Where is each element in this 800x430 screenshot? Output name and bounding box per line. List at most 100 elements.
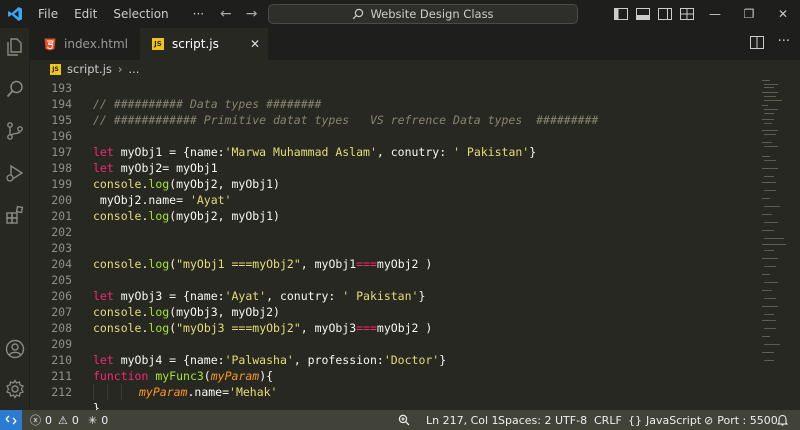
- status-bar: ⓧ 0 ⚠ 0 ✳ 0 Ln 217, Col 1 Spaces: 2 UTF-…: [0, 410, 800, 430]
- code-line: myObj2.name= 'Ayat': [93, 192, 232, 208]
- ports-count: 0: [101, 413, 109, 427]
- language-mode[interactable]: {} JavaScript: [628, 410, 701, 430]
- cursor-position[interactable]: Ln 217, Col 1: [426, 410, 499, 430]
- code-token: myFunc3: [155, 369, 204, 383]
- language-label: JavaScript: [646, 413, 702, 427]
- indent-guide: [121, 384, 122, 400]
- code-token: }: [439, 353, 447, 367]
- notifications-bell-icon[interactable]: [777, 410, 788, 430]
- search-view-icon[interactable]: [4, 78, 26, 100]
- tab-label: script.js: [172, 37, 219, 51]
- menu-more[interactable]: ···: [177, 0, 212, 28]
- line-number: 208: [51, 321, 72, 335]
- code-line: console.log("myObj1 ===myObj2", myObj1==…: [93, 256, 432, 272]
- code-token: ===: [356, 321, 377, 335]
- code-line: let myObj2= myObj1: [93, 160, 218, 176]
- code-token: myParam: [210, 369, 260, 383]
- vscode-logo-icon: [0, 0, 30, 28]
- code-token: myObj2 ): [376, 321, 433, 335]
- tab-script-js[interactable]: JS script.js ✕: [140, 28, 268, 60]
- forward-arrow-icon[interactable]: →: [246, 6, 258, 22]
- code-token: myObj2 ): [376, 257, 433, 271]
- code-token: 'Palwasha': [224, 353, 294, 367]
- restore-window-icon[interactable]: ❐: [732, 0, 766, 28]
- command-center-label: Website Design Class: [370, 7, 494, 21]
- braces-icon: {}: [628, 413, 642, 427]
- line-number: 195: [51, 113, 72, 127]
- breadcrumb-rest[interactable]: ...: [129, 62, 140, 76]
- breadcrumb: JS script.js › ...: [30, 60, 800, 78]
- navigation-arrows: ← →: [220, 0, 257, 28]
- code-token: (: [203, 369, 211, 383]
- editor-tab-bar: index.html JS script.js ✕ ···: [30, 28, 800, 60]
- code-editor[interactable]: 193 194 195 196 197 198 199 200 201 202 …: [30, 78, 800, 410]
- back-arrow-icon[interactable]: ←: [220, 6, 232, 22]
- minimize-window-icon[interactable]: —: [698, 0, 732, 28]
- code-token: (myObj2, myObj1): [169, 209, 280, 223]
- code-token: ){: [259, 369, 274, 383]
- encoding[interactable]: UTF-8: [555, 410, 587, 430]
- code-token: (myObj2, myObj1): [169, 177, 280, 191]
- customize-layout-icon[interactable]: [676, 0, 698, 28]
- remote-indicator-icon[interactable]: [0, 410, 22, 430]
- line-number: 200: [51, 193, 72, 207]
- html5-icon: [44, 38, 56, 50]
- breadcrumb-file[interactable]: script.js: [67, 62, 112, 76]
- editor-actions: ···: [749, 35, 790, 53]
- line-number: 204: [51, 257, 72, 271]
- run-and-debug-icon[interactable]: [4, 162, 26, 184]
- indentation[interactable]: Spaces: 2: [498, 410, 551, 430]
- menu-bar: File Edit Selection ···: [30, 0, 212, 28]
- title-bar: File Edit Selection ··· ← → Website Desi…: [0, 0, 800, 28]
- end-of-line[interactable]: CRLF: [594, 410, 622, 430]
- code-token: console: [93, 177, 142, 191]
- code-line: // ########## Data types ########: [93, 96, 321, 112]
- menu-file[interactable]: File: [30, 0, 66, 28]
- code-token: .name=: [187, 385, 230, 399]
- indent-guide: [93, 384, 94, 400]
- code-token: myObj4 = {name:: [113, 353, 225, 367]
- live-server-port[interactable]: ⊘ Port : 5500: [704, 410, 778, 430]
- code-token: , myObj1: [300, 257, 357, 271]
- code-token: myObj2.name=: [93, 193, 190, 207]
- minimap[interactable]: [760, 78, 798, 410]
- code-line: myParam.name='Mehak': [139, 384, 277, 400]
- code-line: function myFunc3(myParam){: [93, 368, 273, 384]
- line-number: 210: [51, 353, 72, 367]
- command-center-search[interactable]: Website Design Class: [268, 4, 578, 24]
- tab-index-html[interactable]: index.html: [30, 28, 140, 60]
- line-number: 209: [51, 337, 72, 351]
- js-icon: JS: [50, 63, 61, 75]
- error-count: 0: [45, 413, 52, 427]
- code-token: let: [93, 289, 114, 303]
- menu-edit[interactable]: Edit: [66, 0, 105, 28]
- code-token: console: [93, 257, 142, 271]
- code-token: log: [148, 321, 170, 335]
- indent-guide: [107, 384, 108, 400]
- ports-indicator[interactable]: ✳ 0: [88, 410, 108, 430]
- problems-indicator[interactable]: ⓧ 0 ⚠ 0: [30, 410, 79, 430]
- code-token: myObj2= myObj1: [113, 161, 218, 175]
- code-line: }: [93, 400, 100, 410]
- close-tab-icon[interactable]: ✕: [250, 37, 260, 51]
- no-entry-icon: ⊘: [704, 413, 714, 427]
- toggle-primary-sidebar-icon[interactable]: [610, 0, 632, 28]
- code-token: 'Ayat': [224, 289, 267, 303]
- zoom-icon[interactable]: [398, 410, 410, 430]
- code-token: console: [93, 305, 142, 319]
- manage-gear-icon[interactable]: [4, 378, 26, 400]
- toggle-panel-icon[interactable]: [632, 0, 654, 28]
- split-editor-icon[interactable]: [749, 36, 764, 53]
- source-control-icon[interactable]: [4, 120, 26, 142]
- code-line: let myObj3 = {name:'Ayat', conutry: ' Pa…: [93, 288, 425, 304]
- close-window-icon[interactable]: ✕: [766, 0, 800, 28]
- code-token-comment: // ############ Primitive datat types VS…: [93, 113, 599, 127]
- toggle-secondary-sidebar-icon[interactable]: [654, 0, 676, 28]
- menu-selection[interactable]: Selection: [105, 0, 176, 28]
- line-number: 197: [51, 145, 72, 159]
- warning-count: 0: [71, 413, 79, 427]
- explorer-icon[interactable]: [4, 36, 26, 58]
- extensions-icon[interactable]: [4, 204, 26, 226]
- more-actions-icon[interactable]: ···: [778, 35, 790, 53]
- accounts-icon[interactable]: [4, 338, 26, 360]
